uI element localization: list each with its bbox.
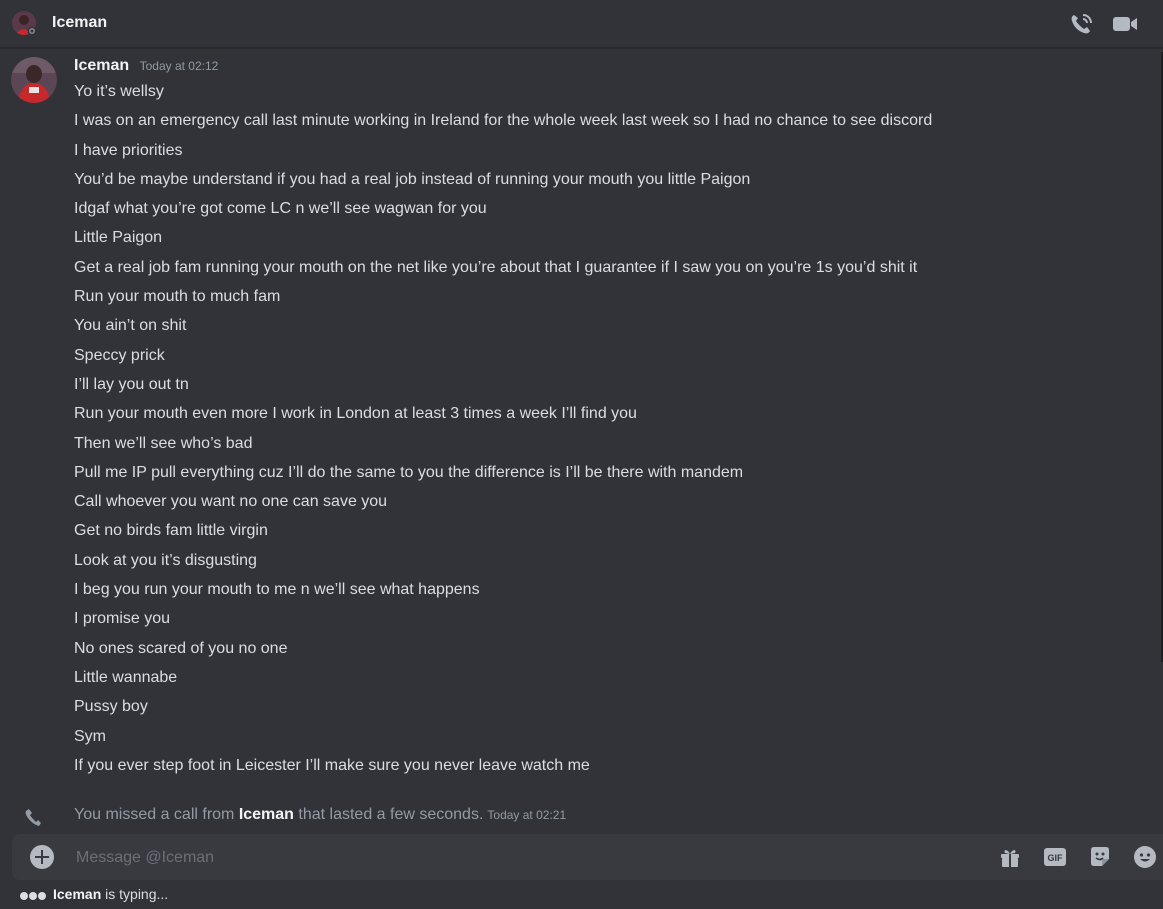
message-line: I promise you (74, 610, 171, 628)
message-header: Iceman Today at 02:12 (74, 57, 218, 75)
message-line: I’ll lay you out tn (74, 375, 189, 393)
message-line: If you ever step foot in Leicester I’ll … (74, 756, 590, 774)
upload-plus-icon[interactable] (30, 845, 54, 869)
channel-header: Iceman (0, 0, 1163, 48)
message-line: Little wannabe (74, 668, 178, 686)
message-line: Pussy boy (74, 698, 148, 716)
missed-call-text: You missed a call from Iceman that laste… (74, 806, 566, 824)
message-line: Pull me IP pull everything cuz I’ll do t… (74, 463, 744, 481)
message-line: Sym (74, 727, 106, 745)
message-line: Call whoever you want no one can save yo… (74, 493, 388, 511)
message-line: Idgaf what you’re got come LC n we’ll se… (74, 200, 487, 218)
author-name[interactable]: Iceman (74, 57, 129, 74)
message-line: I was on an emergency call last minute w… (74, 112, 933, 130)
message-line: You ain’t on shit (74, 317, 187, 335)
start-video-call-icon[interactable] (1112, 12, 1138, 36)
typing-indicator: Iceman is typing... (20, 886, 168, 903)
message-lines: Yo it’s wellsy I was on an emergency call… (74, 81, 1134, 784)
gif-icon[interactable]: GIF (1043, 845, 1067, 869)
missed-call-timestamp: Today at 02:21 (487, 808, 567, 822)
message-composer: GIF (12, 834, 1163, 880)
channel-title: Iceman (52, 14, 108, 31)
message-line: Get no birds fam little virgin (74, 522, 268, 540)
message-input[interactable] (74, 845, 958, 871)
message-line: Speccy prick (74, 346, 165, 364)
missed-call-suffix: that lasted a few seconds. (293, 806, 484, 823)
message-line: Yo it’s wellsy (74, 83, 164, 100)
typing-dots-icon (20, 887, 47, 903)
start-voice-call-icon[interactable] (1068, 12, 1094, 36)
missed-call-prefix: You missed a call from (74, 806, 239, 823)
user-avatar-small[interactable] (12, 11, 36, 35)
message-line: Then we’ll see who’s bad (74, 434, 253, 452)
message-line: Run your mouth to much fam (74, 288, 281, 306)
message-line: I have priorities (74, 141, 183, 159)
missed-call-notice: You missed a call from Iceman that laste… (0, 803, 1150, 829)
message-timestamp: Today at 02:12 (139, 59, 219, 73)
missed-call-name[interactable]: Iceman (239, 806, 294, 823)
message-list: Iceman Today at 02:12 Yo it’s wellsy I wa… (0, 48, 1150, 828)
message-line: You’d be maybe understand if you had a r… (74, 170, 751, 188)
message-line: Run your mouth even more I work in Londo… (74, 405, 637, 423)
message-line: Little Paigon (74, 229, 163, 247)
typing-user: Iceman (53, 886, 102, 902)
message-line: Look at you it’s disgusting (74, 551, 257, 569)
message-line: I beg you run your mouth to me n we’ll s… (74, 581, 480, 599)
svg-text:GIF: GIF (1048, 853, 1064, 863)
message-line: Get a real job fam running your mouth on… (74, 258, 918, 276)
message-line: No ones scared of you no one (74, 639, 288, 657)
typing-text: is typing... (101, 886, 169, 902)
author-avatar[interactable] (11, 57, 57, 103)
missed-call-icon (25, 809, 41, 826)
sticker-icon[interactable] (1088, 845, 1112, 869)
dm-window: Iceman Iceman Today at 02:12 Yo it’s wel… (0, 0, 1163, 909)
gift-icon[interactable] (998, 845, 1022, 869)
emoji-icon[interactable] (1133, 845, 1157, 869)
